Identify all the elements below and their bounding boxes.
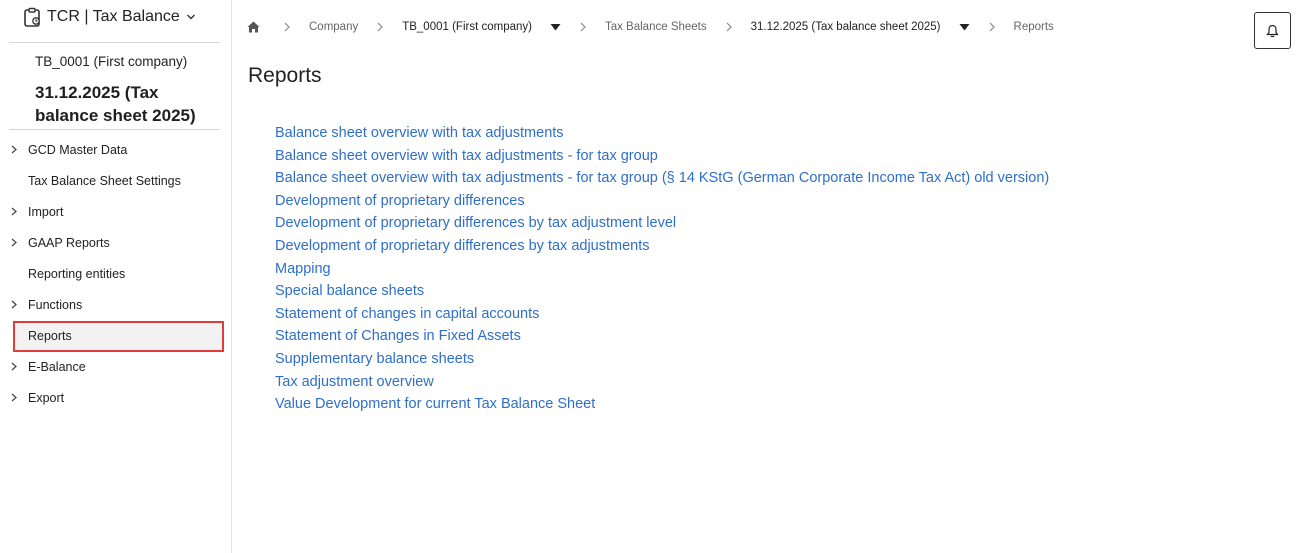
sidebar-item-label: Reports bbox=[28, 328, 72, 343]
list-item: Development of proprietary differences b… bbox=[275, 235, 1049, 258]
list-item: Tax adjustment overview bbox=[275, 371, 1049, 394]
sidebar-item-label: Tax Balance Sheet Settings bbox=[28, 173, 181, 188]
list-item: Statement of Changes in Fixed Assets bbox=[275, 325, 1049, 348]
sidebar-item-reports[interactable]: Reports bbox=[0, 320, 231, 352]
list-item: Development of proprietary differences b… bbox=[275, 212, 1049, 235]
sidebar-item-gaap-reports[interactable]: GAAP Reports bbox=[0, 227, 231, 258]
report-link[interactable]: Statement of changes in capital accounts bbox=[275, 306, 539, 322]
sidebar-item-label: GAAP Reports bbox=[28, 235, 110, 250]
sidebar-item-import[interactable]: Import bbox=[0, 196, 231, 227]
sheet-title: 31.12.2025 (Tax balance sheet 2025) bbox=[35, 83, 196, 125]
company-name: TB_0001 (First company) bbox=[35, 54, 188, 69]
breadcrumb: Company TB_0001 (First company) Tax Bala… bbox=[246, 16, 1054, 38]
report-link[interactable]: Balance sheet overview with tax adjustme… bbox=[275, 148, 658, 164]
chevron-right-icon bbox=[284, 22, 290, 32]
list-item: Mapping bbox=[275, 258, 1049, 281]
report-link[interactable]: Supplementary balance sheets bbox=[275, 351, 474, 367]
notifications-button[interactable] bbox=[1254, 12, 1291, 49]
chevron-right-icon bbox=[11, 238, 17, 247]
report-list: Balance sheet overview with tax adjustme… bbox=[275, 122, 1049, 416]
app-title: TCR | Tax Balance bbox=[47, 8, 180, 25]
sidebar-item-label: E-Balance bbox=[28, 359, 86, 374]
list-item: Statement of changes in capital accounts bbox=[275, 303, 1049, 326]
report-link[interactable]: Balance sheet overview with tax adjustme… bbox=[275, 125, 564, 141]
report-link[interactable]: Balance sheet overview with tax adjustme… bbox=[275, 170, 1049, 186]
breadcrumb-sheet-value[interactable]: 31.12.2025 (Tax balance sheet 2025) bbox=[751, 21, 941, 33]
sidebar-item-label: Reporting entities bbox=[28, 266, 126, 281]
sidebar-item-label: Import bbox=[28, 204, 64, 219]
sidebar-nav: GCD Master Data Tax Balance Sheet Setting… bbox=[0, 134, 231, 413]
sidebar: TCR | Tax Balance TB_0001 (First company… bbox=[0, 0, 232, 553]
chevron-right-icon bbox=[11, 207, 17, 216]
sidebar-item-functions[interactable]: Functions bbox=[0, 289, 231, 320]
breadcrumb-company[interactable]: Company bbox=[309, 21, 358, 33]
sidebar-item-e-balance[interactable]: E-Balance bbox=[0, 351, 231, 382]
app-switcher[interactable]: TCR | Tax Balance bbox=[22, 6, 196, 28]
list-item: Balance sheet overview with tax adjustme… bbox=[275, 145, 1049, 168]
sidebar-item-tax-balance-sheet-settings[interactable]: Tax Balance Sheet Settings bbox=[0, 165, 231, 196]
list-item: Supplementary balance sheets bbox=[275, 348, 1049, 371]
chevron-right-icon bbox=[377, 22, 384, 32]
chevron-down-icon bbox=[186, 14, 195, 20]
clipboard-icon bbox=[24, 7, 40, 27]
caret-down-icon[interactable] bbox=[550, 23, 561, 31]
report-link[interactable]: Special balance sheets bbox=[275, 283, 424, 299]
breadcrumb-tax-balance-sheets[interactable]: Tax Balance Sheets bbox=[605, 21, 707, 33]
chevron-right-icon bbox=[11, 145, 17, 154]
breadcrumb-current: Reports bbox=[1013, 21, 1054, 33]
report-link[interactable]: Statement of Changes in Fixed Assets bbox=[275, 328, 521, 344]
sidebar-item-gcd-master-data[interactable]: GCD Master Data bbox=[0, 134, 231, 165]
report-link[interactable]: Mapping bbox=[275, 261, 331, 277]
report-link[interactable]: Value Development for current Tax Balanc… bbox=[275, 396, 595, 412]
list-item: Development of proprietary differences bbox=[275, 190, 1049, 213]
caret-down-icon[interactable] bbox=[959, 23, 970, 31]
divider bbox=[9, 42, 220, 43]
list-item: Balance sheet overview with tax adjustme… bbox=[275, 122, 1049, 145]
sidebar-item-label: GCD Master Data bbox=[28, 142, 128, 157]
report-link[interactable]: Tax adjustment overview bbox=[275, 374, 434, 390]
chevron-right-icon bbox=[989, 22, 995, 32]
report-link[interactable]: Development of proprietary differences b… bbox=[275, 215, 676, 231]
chevron-right-icon bbox=[726, 22, 732, 32]
chevron-right-icon bbox=[11, 393, 17, 402]
list-item: Special balance sheets bbox=[275, 280, 1049, 303]
chevron-right-icon bbox=[11, 300, 17, 309]
sidebar-item-export[interactable]: Export bbox=[0, 382, 231, 413]
bell-icon bbox=[1266, 24, 1279, 37]
chevron-right-icon bbox=[11, 362, 17, 371]
list-item: Balance sheet overview with tax adjustme… bbox=[275, 167, 1049, 190]
report-link[interactable]: Development of proprietary differences bbox=[275, 193, 525, 209]
report-link[interactable]: Development of proprietary differences b… bbox=[275, 238, 650, 254]
divider bbox=[9, 129, 220, 130]
page-title: Reports bbox=[248, 64, 322, 87]
home-icon[interactable] bbox=[246, 20, 261, 34]
chevron-right-icon bbox=[580, 22, 586, 32]
sidebar-item-label: Functions bbox=[28, 297, 83, 312]
breadcrumb-company-value[interactable]: TB_0001 (First company) bbox=[402, 21, 532, 33]
list-item: Value Development for current Tax Balanc… bbox=[275, 393, 1049, 416]
sidebar-item-reporting-entities[interactable]: Reporting entities bbox=[0, 258, 231, 289]
sidebar-item-label: Export bbox=[28, 390, 65, 405]
